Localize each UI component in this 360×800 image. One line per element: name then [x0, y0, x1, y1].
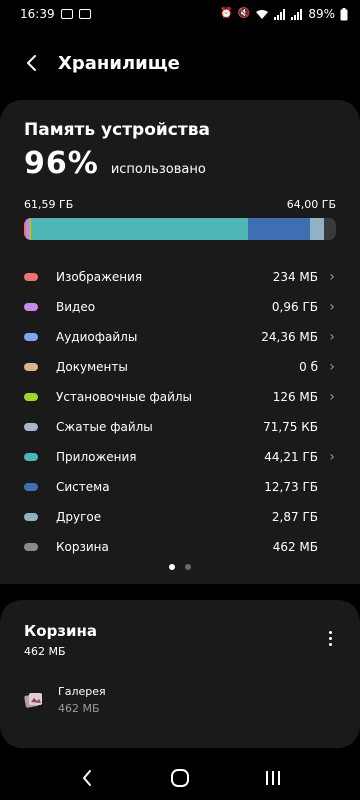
category-value: 462 МБ	[272, 540, 318, 554]
category-color-dot	[24, 273, 38, 281]
usage-percent-row: 96% использовано	[24, 146, 206, 181]
category-label: Сжатые файлы	[56, 420, 153, 434]
alarm-icon: ⏰	[220, 8, 233, 19]
nav-back-button[interactable]	[67, 760, 107, 796]
category-value: 12,73 ГБ	[264, 480, 318, 494]
chevron-left-icon	[27, 55, 36, 71]
nav-home-button[interactable]	[160, 760, 200, 796]
page-indicator-dot[interactable]	[185, 564, 191, 570]
trash-item-text: Галерея 462 МБ	[58, 685, 106, 715]
gallery-app-icon	[24, 690, 44, 710]
more-dot	[328, 642, 332, 646]
app-header: Хранилище	[0, 28, 360, 98]
category-label: Аудиофайлы	[56, 330, 138, 344]
category-value: 234 МБ	[272, 270, 318, 284]
category-row: Корзина 462 МБ	[0, 532, 360, 562]
chevron-right-icon: ›	[329, 449, 335, 465]
category-color-dot	[24, 423, 38, 431]
category-value: 71,75 КБ	[263, 420, 318, 434]
system-navigation-bar	[0, 755, 360, 800]
category-row[interactable]: Аудиофайлы 24,36 МБ ›	[0, 322, 360, 352]
usage-bar-segment	[31, 218, 249, 240]
category-color-dot	[24, 333, 38, 341]
signal-2-icon	[291, 8, 303, 20]
category-label: Документы	[56, 360, 128, 374]
category-label: Приложения	[56, 450, 137, 464]
category-row[interactable]: Документы 0 б ›	[0, 352, 360, 382]
category-row[interactable]: Приложения 44,21 ГБ ›	[0, 442, 360, 472]
usage-percent: 96%	[24, 146, 99, 181]
mute-icon: 🔇	[237, 8, 251, 19]
category-value: 126 МБ	[272, 390, 318, 404]
used-amount: 61,59 ГБ	[24, 198, 74, 211]
status-bar: 16:39 ⏰ 🔇 89%	[0, 0, 360, 28]
category-value: 24,36 МБ	[261, 330, 318, 344]
chevron-right-icon: ›	[329, 359, 335, 375]
category-value: 0 б	[299, 360, 318, 374]
status-time: 16:39	[20, 7, 55, 21]
battery-icon	[340, 7, 348, 20]
status-left: 16:39	[20, 7, 91, 21]
storage-title: Память устройства	[24, 120, 210, 140]
category-label: Установочные файлы	[56, 390, 193, 404]
category-color-dot	[24, 363, 38, 371]
category-row[interactable]: Установочные файлы 126 МБ ›	[0, 382, 360, 412]
trash-item-size: 462 МБ	[58, 702, 100, 715]
more-options-button[interactable]	[320, 626, 340, 650]
page-indicator-dot-active[interactable]	[169, 564, 175, 570]
trash-title: Корзина	[24, 622, 98, 640]
category-color-dot	[24, 303, 38, 311]
category-color-dot	[24, 483, 38, 491]
category-label: Корзина	[56, 540, 109, 554]
page-title: Хранилище	[58, 52, 180, 74]
category-row: Другое 2,87 ГБ	[0, 502, 360, 532]
category-color-dot	[24, 453, 38, 461]
wifi-icon	[256, 9, 269, 19]
chevron-right-icon: ›	[329, 269, 335, 285]
storage-usage-bar	[24, 218, 336, 240]
trash-size: 462 МБ	[24, 645, 66, 658]
nav-recents-button[interactable]	[253, 760, 293, 796]
total-amount: 64,00 ГБ	[286, 198, 336, 211]
usage-percent-label: использовано	[110, 162, 206, 177]
trash-item-gallery[interactable]: Галерея 462 МБ	[24, 680, 336, 720]
back-button[interactable]	[20, 51, 44, 75]
category-value: 0,96 ГБ	[271, 300, 318, 314]
category-list: Изображения 234 МБ › Видео 0,96 ГБ › Аудиофайл…	[0, 262, 360, 562]
page-indicator	[0, 564, 360, 570]
category-value: 44,21 ГБ	[264, 450, 318, 464]
usage-bar-segment	[310, 218, 325, 240]
signal-icon	[274, 8, 286, 20]
nav-back-icon	[82, 769, 91, 786]
category-color-dot	[24, 513, 38, 521]
message-notification-icon	[60, 9, 73, 19]
category-label: Изображения	[56, 270, 143, 284]
nav-home-icon	[170, 768, 189, 787]
category-color-dot	[24, 543, 38, 551]
category-row: Сжатые файлы 71,75 КБ	[0, 412, 360, 442]
nav-recents-icon	[266, 770, 281, 785]
category-row[interactable]: Видео 0,96 ГБ ›	[0, 292, 360, 322]
chevron-right-icon: ›	[329, 389, 335, 405]
usage-bar-segment	[248, 218, 311, 240]
chevron-right-icon: ›	[329, 329, 335, 345]
chevron-right-icon: ›	[329, 299, 335, 315]
more-dot	[328, 636, 332, 640]
category-row: Система 12,73 ГБ	[0, 472, 360, 502]
trash-card: Корзина 462 МБ Галерея 462 МБ	[0, 600, 360, 748]
category-label: Видео	[56, 300, 96, 314]
trash-item-name: Галерея	[58, 685, 106, 698]
device-storage-card: Память устройства 96% использовано 61,59…	[0, 100, 360, 584]
category-row[interactable]: Изображения 234 МБ ›	[0, 262, 360, 292]
category-color-dot	[24, 393, 38, 401]
category-label: Другое	[56, 510, 102, 524]
category-label: Система	[56, 480, 110, 494]
category-value: 2,87 ГБ	[271, 510, 318, 524]
gallery-notification-icon	[78, 9, 91, 19]
battery-level: 89%	[308, 7, 335, 21]
more-dot	[328, 630, 332, 634]
status-right: ⏰ 🔇 89%	[220, 7, 348, 21]
